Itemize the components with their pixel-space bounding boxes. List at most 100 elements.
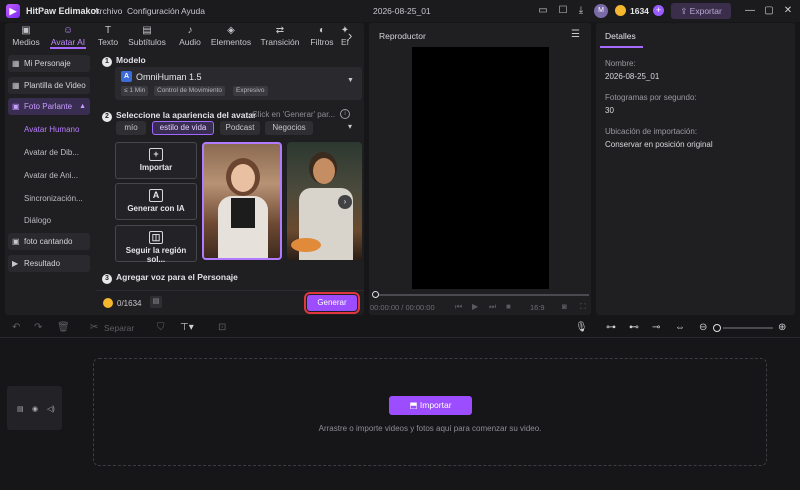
info-icon[interactable]: i [340, 109, 350, 119]
tabs-next-icon[interactable]: › [348, 28, 352, 43]
credit-usage: 0/1634 [117, 299, 142, 308]
menu-archivo[interactable]: Archivo [94, 6, 122, 16]
cost-info-icon[interactable]: ▤ [150, 296, 162, 308]
shield-icon[interactable]: ⛉ [157, 322, 165, 333]
tab-detalles[interactable]: Detalles [605, 31, 636, 41]
audio-split-icon[interactable]: ⊷ [629, 322, 639, 333]
minimize-icon[interactable]: — [744, 5, 756, 17]
eye-icon[interactable]: ◉ [32, 405, 38, 413]
sidebar-item-foto-cantando[interactable]: ▣ foto cantando [8, 233, 90, 250]
import-icon: ⬒ [409, 400, 418, 410]
chevron-down-icon[interactable]: ▼ [347, 77, 354, 84]
sidebar-item-plantilla[interactable]: ▦ Plantilla de Video [8, 77, 90, 94]
time-display: 00:00:00 / 00:00:00 [370, 303, 435, 312]
sidebar-sub-dialogo[interactable]: Diálogo [24, 216, 51, 225]
detach-icon[interactable]: ⊸ [652, 322, 660, 333]
person-icon: ▦ [12, 59, 20, 68]
fit-icon[interactable]: ⇔ [675, 322, 685, 333]
tab-avatar-ai[interactable]: ☺ Avatar AI [47, 23, 89, 49]
sidebar-item-mi-personaje[interactable]: ▦ Mi Personaje [8, 55, 90, 72]
zoom-out-icon[interactable]: ⊖ [699, 322, 707, 333]
stop-icon[interactable]: ■ [506, 302, 511, 311]
menu-ayuda[interactable]: Ayuda [181, 6, 205, 16]
split-label[interactable]: Separar [104, 323, 134, 333]
export-button[interactable]: ⇪ Exportar [671, 3, 731, 19]
chip-negocios[interactable]: Negocios [265, 121, 313, 135]
zoom-handle[interactable] [713, 324, 721, 332]
skip-forward-icon[interactable]: ⏭ [489, 302, 496, 312]
plus-icon: + [149, 148, 163, 161]
tab-audio[interactable]: ♪ Audio [169, 23, 211, 49]
media-icon: ▣ [21, 25, 31, 36]
redo-icon[interactable]: ↷ [34, 322, 42, 333]
snapshot-icon[interactable]: ◙ [562, 302, 567, 311]
follow-region-button[interactable]: ◫ Seguir la región sol... [115, 225, 197, 264]
sidebar-sub-sincronizacion[interactable]: Sincronización... [24, 194, 83, 203]
video-preview[interactable] [412, 47, 549, 289]
download-icon[interactable]: ⤓ [575, 5, 587, 17]
tab-subtitulos[interactable]: ▤ Subtítulos [126, 23, 168, 49]
sidebar-sub-avatar-dibujo[interactable]: Avatar de Dib... [24, 148, 79, 157]
link-icon[interactable]: ⊶ [606, 322, 616, 333]
microphone-icon[interactable]: 🎙 [575, 322, 588, 333]
photo-icon: ▣ [12, 102, 20, 111]
user-avatar[interactable]: M [594, 4, 608, 18]
speaker-icon[interactable]: ◁) [47, 405, 55, 413]
playhead-handle[interactable] [372, 291, 379, 298]
play-icon[interactable]: ▶ [472, 302, 478, 311]
add-credits-icon[interactable]: + [653, 5, 664, 16]
skip-back-icon[interactable]: ⏮ [455, 302, 462, 312]
top-shape [231, 198, 255, 228]
menu-icon[interactable]: ☰ [571, 29, 580, 40]
region-icon: ◫ [149, 231, 163, 244]
sidebar-item-resultado[interactable]: ▶ Resultado [8, 255, 90, 272]
active-tab-indicator [600, 46, 643, 48]
lock-icon[interactable]: ▤ [17, 405, 24, 413]
import-avatar-button[interactable]: + Importar [115, 142, 197, 179]
coin-icon [615, 5, 626, 16]
undo-icon[interactable]: ↶ [12, 322, 20, 333]
avatar-thumbnail-woman[interactable] [202, 142, 282, 260]
zoom-in-icon[interactable]: ⊕ [778, 322, 786, 333]
scissors-icon[interactable]: ✂ [90, 322, 98, 333]
tab-transicion[interactable]: ⇄ Transición [259, 23, 301, 49]
feedback-icon[interactable]: ☐ [557, 5, 569, 17]
aspect-ratio[interactable]: 16:9 [530, 303, 545, 312]
close-icon[interactable]: ✕ [782, 5, 794, 17]
app-logo-icon: ▶ [6, 4, 20, 18]
crop-icon[interactable]: ⊡ [218, 322, 226, 333]
drop-hint: Arrastre o importe videos y fotos aquí p… [318, 424, 542, 433]
sidebar-sub-avatar-humano[interactable]: Avatar Humano [24, 125, 79, 134]
avatar-ai-icon: ☺ [62, 25, 74, 36]
maximize-icon[interactable]: ▢ [763, 5, 775, 17]
layout-icon[interactable]: ▭ [537, 5, 549, 17]
zoom-slider[interactable] [723, 327, 773, 329]
tab-medios[interactable]: ▣ Medios [5, 23, 47, 49]
menu-configuracion[interactable]: Configuración [127, 6, 179, 16]
tab-elementos[interactable]: ◈ Elementos [210, 23, 252, 49]
model-tag: Expresivo [233, 86, 268, 96]
generate-button[interactable]: Generar [304, 292, 360, 314]
tab-texto[interactable]: T Texto [87, 23, 129, 49]
face-shape [231, 164, 255, 192]
scrub-bar[interactable] [373, 294, 589, 296]
delete-icon[interactable]: 🗑 [57, 322, 70, 333]
result-icon: ▶ [12, 259, 19, 268]
sidebar-sub-avatar-animal[interactable]: Avatar de Ani... [24, 171, 78, 180]
chip-estilo-de-vida[interactable]: estilo de vida [152, 121, 214, 135]
singing-photo-icon: ▣ [12, 237, 20, 246]
model-section-title: 1 Modelo [102, 55, 146, 67]
chevron-right-icon[interactable]: › [338, 195, 352, 209]
sidebar-item-foto-parlante[interactable]: ▣ Foto Parlante ▲ [8, 98, 90, 115]
chevron-down-icon[interactable]: ▾ [348, 122, 352, 131]
player-title: Reproductor [379, 31, 426, 41]
text-tool-icon[interactable]: ⊤▾ [180, 322, 194, 333]
chip-podcast[interactable]: Podcast [220, 121, 260, 135]
model-tag: Control de Movimiento [154, 86, 226, 96]
project-title: 2026-08-25_01 [373, 6, 431, 16]
fullscreen-icon[interactable]: ⛶ [580, 302, 586, 312]
import-media-button[interactable]: ⬒ Importar [389, 396, 472, 415]
detail-value-import-location: Conservar en posición original [605, 140, 713, 149]
chip-mio[interactable]: mío [116, 121, 146, 135]
generate-ai-button[interactable]: A Generar con IA [115, 183, 197, 220]
